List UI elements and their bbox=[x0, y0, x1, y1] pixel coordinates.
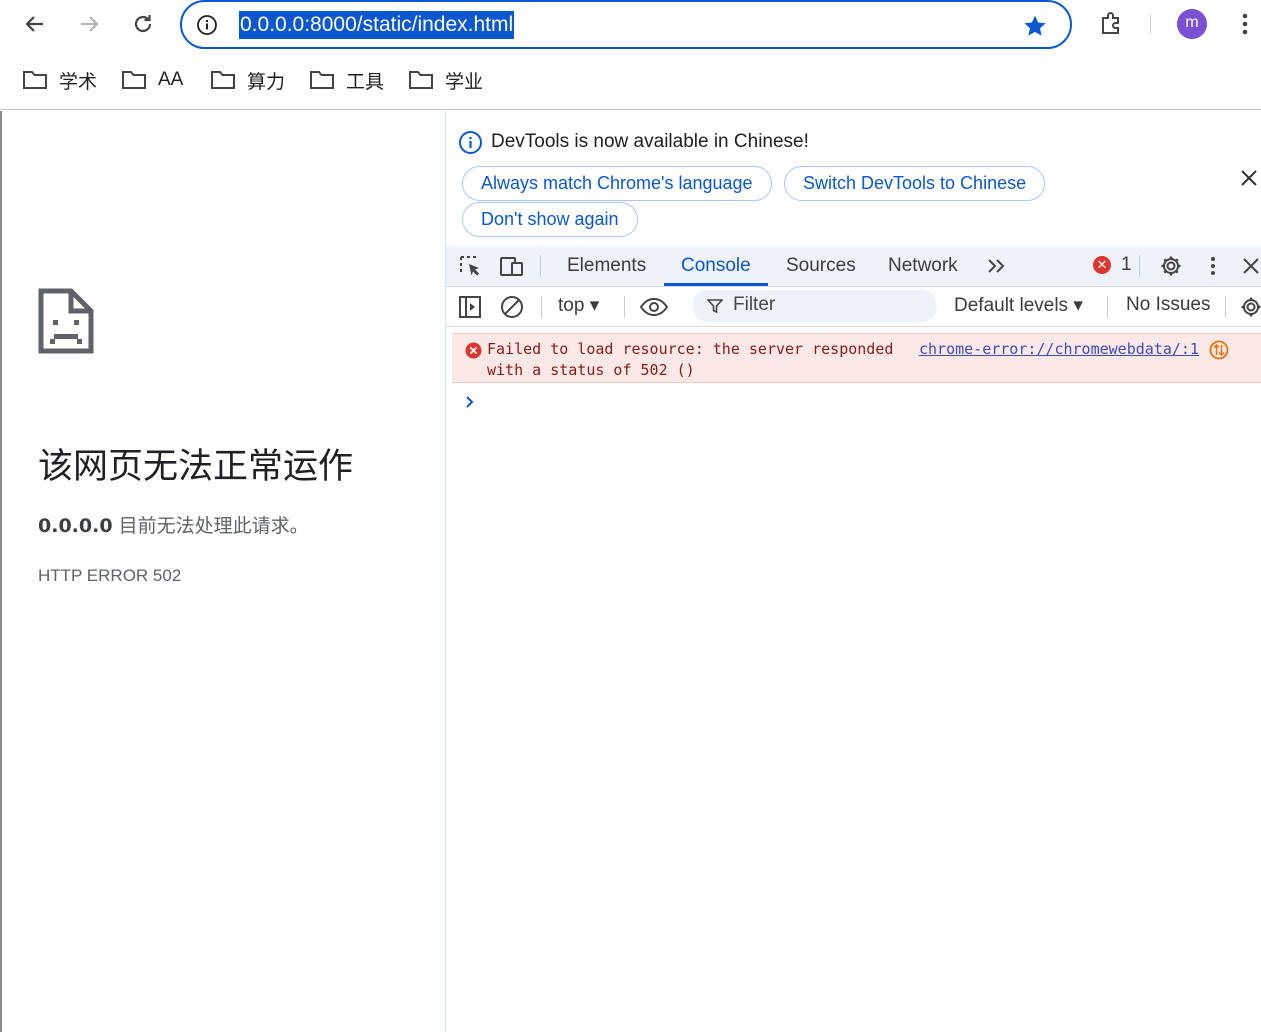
error-source-link[interactable]: chrome-error://chromewebdata/:1 bbox=[919, 339, 1199, 360]
console-error-message: Failed to load resource: the server resp… bbox=[452, 333, 1261, 383]
filterbar-divider bbox=[1225, 296, 1226, 318]
console-settings-gear-icon[interactable] bbox=[1239, 294, 1261, 320]
error-description: 0.0.0.0 目前无法处理此请求。 bbox=[38, 511, 309, 538]
filterbar-divider bbox=[624, 296, 625, 318]
bookmark-label: 学术 bbox=[59, 71, 98, 93]
reload-button[interactable] bbox=[127, 8, 159, 40]
back-button[interactable] bbox=[19, 8, 51, 40]
folder-icon bbox=[211, 71, 235, 89]
info-icon bbox=[459, 131, 482, 154]
bookmark-label: AA bbox=[158, 69, 184, 90]
devtools-panel: DevTools is now available in Chinese! Al… bbox=[445, 111, 1261, 1032]
error-icon bbox=[465, 342, 482, 359]
url-text[interactable]: 0.0.0.0:8000/static/index.html bbox=[239, 11, 515, 39]
folder-icon bbox=[23, 71, 47, 89]
devtools-tabbar: Elements Console Sources Network ✕ 1 bbox=[446, 246, 1261, 287]
filterbar-divider bbox=[541, 296, 542, 318]
settings-gear-icon[interactable] bbox=[1158, 254, 1184, 278]
more-tabs-chevron-icon[interactable] bbox=[984, 254, 1010, 278]
console-prompt-chevron-icon[interactable] bbox=[463, 394, 477, 410]
switch-to-chinese-button[interactable]: Switch DevTools to Chinese bbox=[784, 166, 1046, 201]
filter-input[interactable]: Filter bbox=[692, 290, 937, 322]
folder-icon bbox=[122, 71, 146, 89]
inspect-element-icon[interactable] bbox=[458, 254, 484, 278]
site-info-icon[interactable] bbox=[196, 14, 218, 36]
console-output: Failed to load resource: the server resp… bbox=[446, 328, 1261, 1032]
bookmark-label: 学业 bbox=[445, 71, 484, 93]
address-bar[interactable]: 0.0.0.0:8000/static/index.html bbox=[180, 0, 1072, 49]
tabbar-divider bbox=[540, 255, 541, 277]
profile-avatar[interactable]: m bbox=[1177, 9, 1207, 39]
folder-icon bbox=[310, 71, 334, 89]
context-label: top bbox=[558, 295, 585, 316]
close-icon[interactable] bbox=[1238, 167, 1260, 189]
bookmarks-bar: 学术 AA 算力 工具 学业 bbox=[0, 50, 1261, 110]
infobar-message: DevTools is now available in Chinese! bbox=[491, 131, 809, 152]
tab-network[interactable]: Network bbox=[888, 246, 958, 286]
error-host: 0.0.0.0 bbox=[38, 515, 113, 537]
bookmark-label: 工具 bbox=[346, 71, 385, 93]
context-selector[interactable]: top ▾ bbox=[558, 294, 599, 317]
forward-button[interactable] bbox=[73, 8, 105, 40]
tabbar-divider bbox=[1139, 255, 1140, 277]
page-title: 该网页无法正常运作 bbox=[38, 447, 354, 487]
device-toolbar-icon[interactable] bbox=[499, 254, 525, 278]
log-levels-dropdown[interactable]: Default levels ▾ bbox=[954, 294, 1083, 317]
match-chrome-language-button[interactable]: Always match Chrome's language bbox=[462, 166, 772, 201]
error-code: HTTP ERROR 502 bbox=[38, 566, 182, 585]
bookmark-folder[interactable]: AA bbox=[121, 68, 183, 92]
bookmark-folder[interactable]: 算力 bbox=[210, 68, 286, 93]
error-message: 目前无法处理此请求。 bbox=[118, 515, 309, 537]
arrow-left-icon bbox=[25, 16, 43, 32]
filter-funnel-icon bbox=[707, 299, 723, 314]
error-message-text: Failed to load resource: the server resp… bbox=[487, 340, 894, 379]
error-x-icon: ✕ bbox=[1093, 256, 1111, 274]
bookmark-label: 算力 bbox=[247, 71, 286, 93]
console-filterbar: top ▾ Filter Default levels ▾ No Issues bbox=[446, 287, 1261, 327]
bookmark-folder[interactable]: 学业 bbox=[408, 68, 484, 93]
folder-icon bbox=[409, 71, 433, 89]
eye-icon[interactable] bbox=[639, 294, 669, 320]
reload-icon bbox=[134, 15, 152, 33]
sad-document-icon bbox=[38, 288, 94, 354]
error-count-value: 1 bbox=[1121, 254, 1132, 275]
bookmark-star-icon[interactable] bbox=[1022, 13, 1048, 39]
dropdown-arrow-icon: ▾ bbox=[1073, 295, 1083, 316]
close-devtools-icon[interactable] bbox=[1238, 254, 1261, 278]
arrow-right-icon bbox=[81, 16, 99, 32]
dont-show-again-button[interactable]: Don't show again bbox=[462, 202, 638, 237]
devtools-menu-icon[interactable] bbox=[1200, 254, 1226, 278]
language-infobar: DevTools is now available in Chinese! Al… bbox=[446, 111, 1261, 246]
network-request-icon[interactable] bbox=[1209, 340, 1229, 360]
error-counter[interactable]: ✕ 1 bbox=[1093, 254, 1132, 276]
extensions-puzzle-icon[interactable] bbox=[1097, 9, 1125, 37]
filterbar-divider bbox=[1107, 296, 1108, 318]
bookmark-folder[interactable]: 工具 bbox=[309, 68, 385, 93]
dropdown-arrow-icon: ▾ bbox=[589, 295, 600, 316]
toolbar-divider bbox=[1150, 14, 1151, 34]
filter-placeholder: Filter bbox=[733, 294, 776, 315]
browser-toolbar: 0.0.0.0:8000/static/index.html m bbox=[0, 0, 1261, 50]
issues-button[interactable]: No Issues bbox=[1126, 294, 1210, 316]
log-levels-label: Default levels bbox=[954, 295, 1069, 316]
tab-console[interactable]: Console bbox=[664, 246, 768, 286]
bookmark-folder[interactable]: 学术 bbox=[22, 68, 98, 93]
clear-console-icon[interactable] bbox=[499, 294, 525, 320]
tab-elements[interactable]: Elements bbox=[567, 246, 646, 286]
tab-sources[interactable]: Sources bbox=[786, 246, 856, 286]
sidebar-toggle-icon[interactable] bbox=[457, 294, 483, 320]
error-page: 该网页无法正常运作 0.0.0.0 目前无法处理此请求。 HTTP ERROR … bbox=[0, 111, 445, 1032]
browser-menu-icon[interactable] bbox=[1232, 10, 1258, 38]
